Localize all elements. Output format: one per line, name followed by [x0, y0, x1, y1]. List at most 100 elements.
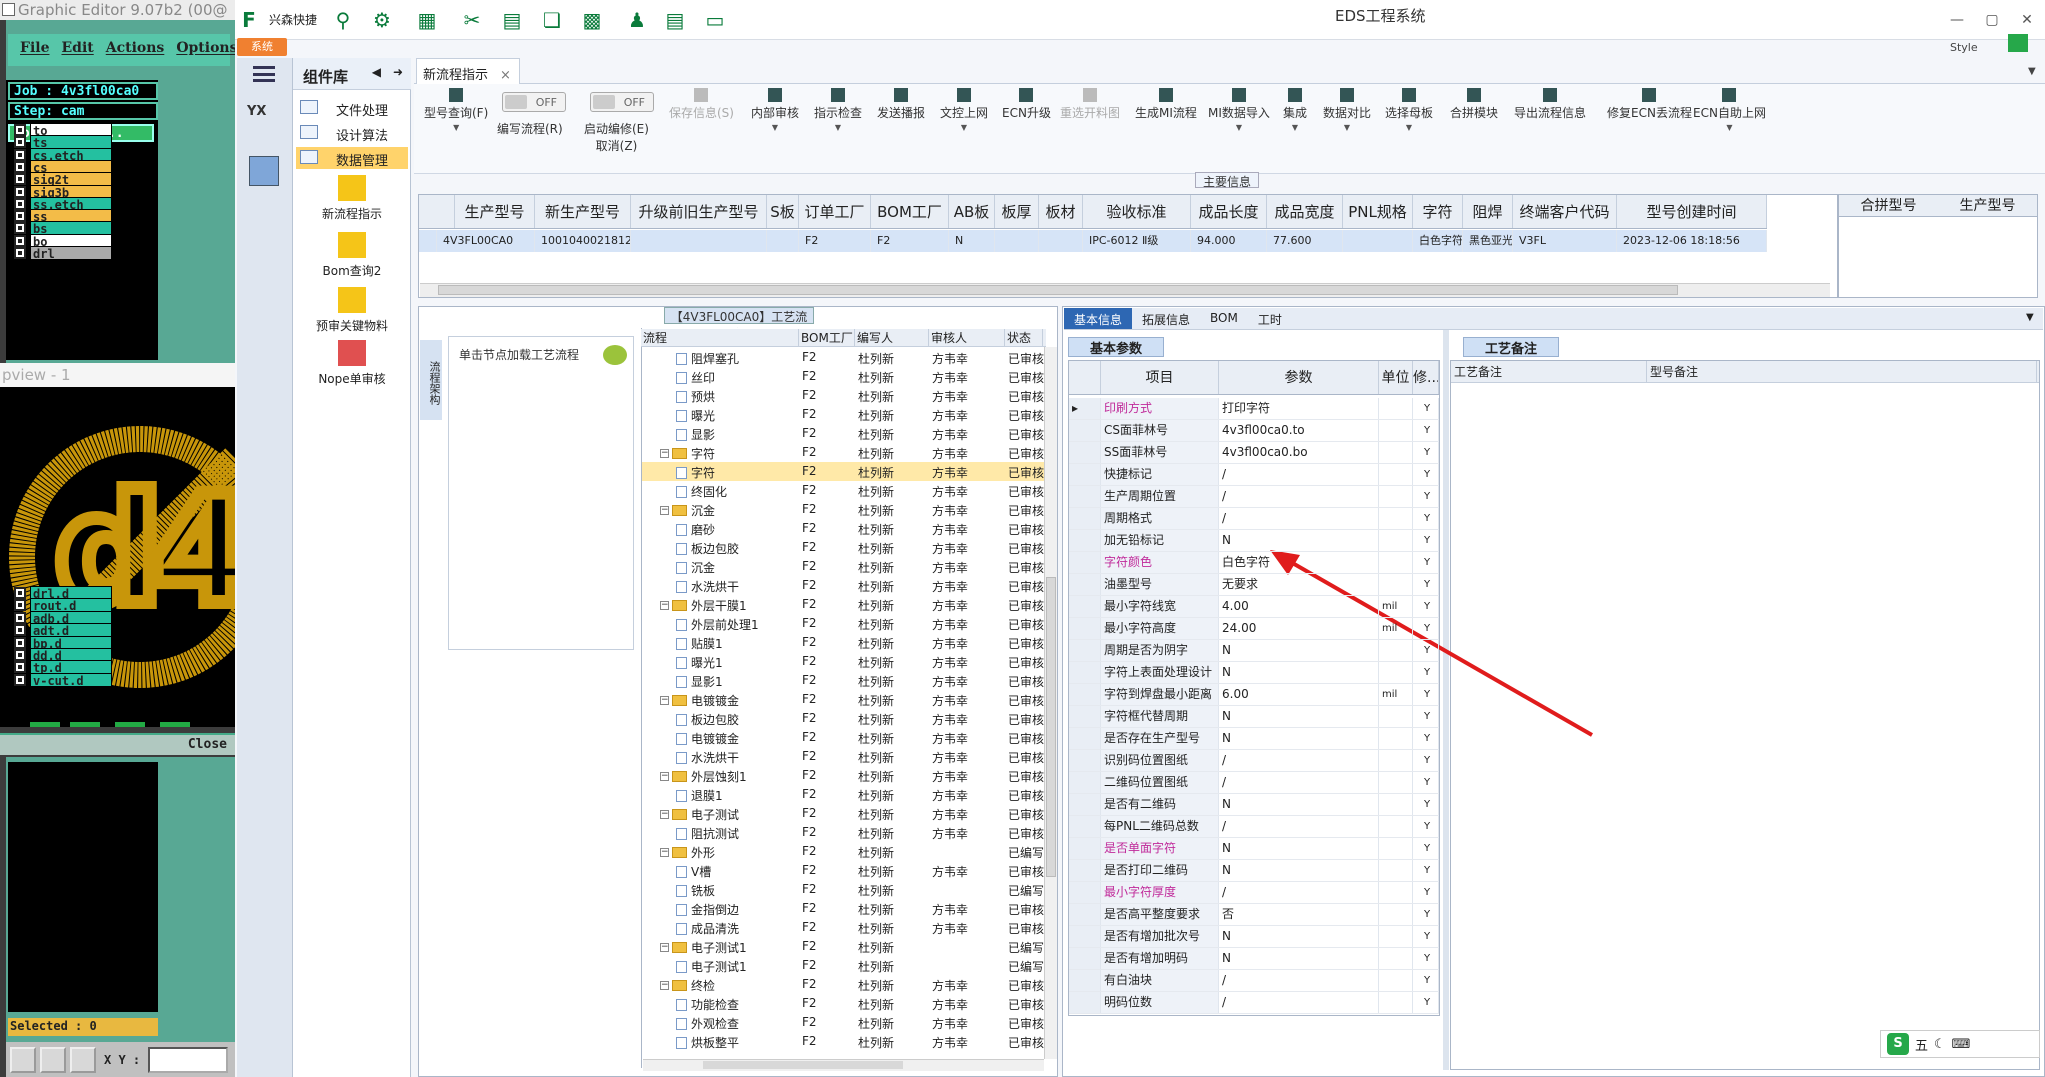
table-row[interactable]: 字符到焊盘最小距离 6.00 mil Y: [1069, 684, 1439, 706]
list-item[interactable]: 磨砂 F2 杜列新 方韦幸 已审核: [642, 519, 1044, 538]
ribbon-button[interactable]: 指示检查 ▼: [814, 88, 862, 132]
ribbon-button[interactable]: ECN升级: [1002, 88, 1051, 121]
grid-hscrollbar[interactable]: [420, 283, 1830, 297]
ribbon-button[interactable]: 编写流程(R): [497, 120, 563, 137]
minimize-icon[interactable]: —: [1945, 8, 1969, 32]
table-row[interactable]: 油墨型号 无要求 Y: [1069, 574, 1439, 596]
layer-checkbox[interactable]: [14, 649, 26, 661]
table-row[interactable]: 加无铅标记 N Y: [1069, 530, 1439, 552]
list-item[interactable]: 阻抗测试 F2 杜列新 方韦幸 已审核: [642, 823, 1044, 842]
edit-toggle[interactable]: OFF: [590, 92, 654, 112]
column-header[interactable]: 阻焊: [1463, 195, 1513, 228]
layer-checkbox[interactable]: [14, 173, 26, 186]
favorite-item[interactable]: 新流程指示: [300, 175, 404, 222]
dropdown-arrow-icon[interactable]: ▼: [940, 123, 988, 132]
windows-icon[interactable]: [2008, 34, 2028, 52]
tree-column-header[interactable]: 流程: [641, 329, 799, 346]
list-item[interactable]: − 电子测试 F2 杜列新 方韦幸 已审核: [642, 804, 1044, 823]
grid-cell[interactable]: 2023-12-06 18:18:56: [1617, 230, 1767, 252]
param-column-header[interactable]: 修...: [1413, 361, 1439, 394]
close-tab-icon[interactable]: ×: [500, 68, 511, 83]
detail-tab[interactable]: BOM: [1200, 308, 1248, 329]
merge-column-header[interactable]: 生产型号: [1938, 195, 2037, 216]
column-header[interactable]: 新生产型号: [535, 195, 631, 228]
table-row[interactable]: 是否有增加批次号 N Y: [1069, 926, 1439, 948]
layer-checkbox[interactable]: [14, 599, 26, 612]
apps-icon[interactable]: ▩: [580, 8, 604, 32]
column-header[interactable]: 验收标准: [1083, 195, 1191, 228]
ribbon-button[interactable]: 内部审核 ▼: [751, 88, 799, 132]
grid-cell[interactable]: [995, 230, 1039, 252]
restore-icon[interactable]: ▢: [1980, 8, 2004, 32]
tab-basic-params[interactable]: 基本参数: [1068, 337, 1164, 357]
param-column-header[interactable]: 参数: [1219, 361, 1379, 394]
copy-icon[interactable]: ❏: [540, 8, 564, 32]
film-icon[interactable]: ▤: [500, 8, 524, 32]
layer-checkbox[interactable]: [14, 148, 26, 161]
layer-checkbox[interactable]: [14, 587, 26, 599]
table-row[interactable]: SS面菲林号 4v3fl00ca0.bo Y: [1069, 442, 1439, 464]
list-item[interactable]: 外观检查 F2 杜列新 方韦幸 已审核: [642, 1013, 1044, 1032]
table-row[interactable]: 快捷标记 / Y: [1069, 464, 1439, 486]
param-value[interactable]: N: [1219, 728, 1379, 749]
detail-tab[interactable]: 基本信息: [1064, 308, 1133, 329]
param-column-header[interactable]: 单位: [1379, 361, 1413, 394]
layer-checkbox[interactable]: [14, 197, 26, 210]
ribbon-button[interactable]: 文控上网 ▼: [940, 88, 988, 132]
grid-cell[interactable]: 黑色亚光: [1463, 230, 1513, 252]
layer-checkbox[interactable]: [14, 636, 26, 649]
ribbon-button[interactable]: ECN自助上网 ▼: [1693, 88, 1766, 132]
zoom-tool-icon[interactable]: [10, 1046, 36, 1073]
param-value[interactable]: 4v3fl00ca0.bo: [1219, 442, 1379, 463]
list-item[interactable]: 沉金 F2 杜列新 方韦幸 已审核: [642, 557, 1044, 576]
layer-row[interactable]: v-cut.d: [14, 672, 112, 688]
comp-item[interactable]: 数据管理: [296, 147, 408, 169]
list-item[interactable]: 金指倒边 F2 杜列新 方韦幸 已审核: [642, 899, 1044, 918]
notes-column-header[interactable]: 型号备注: [1647, 361, 2037, 382]
param-value[interactable]: /: [1219, 992, 1379, 1013]
layer-checkbox[interactable]: [14, 222, 26, 235]
param-value[interactable]: N: [1219, 794, 1379, 815]
param-value[interactable]: 24.00: [1219, 618, 1379, 639]
ribbon-button[interactable]: 发送播报: [877, 88, 925, 121]
column-header[interactable]: 订单工厂: [799, 195, 871, 228]
table-row[interactable]: 每PNL二维码总数 / Y: [1069, 816, 1439, 838]
table-row[interactable]: 是否存在生产型号 N Y: [1069, 728, 1439, 750]
yx-icon[interactable]: YX: [247, 104, 281, 138]
table-row[interactable]: 周期格式 / Y: [1069, 508, 1439, 530]
table-row[interactable]: CS面菲林号 4v3fl00ca0.to Y: [1069, 420, 1439, 442]
list-item[interactable]: 电子测试1 F2 杜列新 已编写: [642, 956, 1044, 975]
list-item[interactable]: − 外层蚀刻1 F2 杜列新 方韦幸 已审核: [642, 766, 1044, 785]
expand-icon[interactable]: −: [660, 449, 669, 458]
layer-checkbox[interactable]: [14, 185, 26, 198]
param-value[interactable]: 4v3fl00ca0.to: [1219, 420, 1379, 441]
param-value[interactable]: N: [1219, 860, 1379, 881]
grid-cell[interactable]: F2: [799, 230, 871, 252]
list-item[interactable]: 板边包胶 F2 杜列新 方韦幸 已审核: [642, 709, 1044, 728]
table-row[interactable]: 是否有增加明码 N Y: [1069, 948, 1439, 970]
calculator-icon[interactable]: [249, 156, 279, 186]
list-item[interactable]: 退膜1 F2 杜列新 方韦幸 已审核: [642, 785, 1044, 804]
column-header[interactable]: PNL规格: [1343, 195, 1413, 228]
list-item[interactable]: − 沉金 F2 杜列新 方韦幸 已审核: [642, 500, 1044, 519]
tree-column-header[interactable]: 状态: [1005, 329, 1043, 346]
grid-cell[interactable]: 4V3FL00CA0: [437, 230, 535, 252]
param-value[interactable]: /: [1219, 486, 1379, 507]
table-row[interactable]: 最小字符厚度 / Y: [1069, 882, 1439, 904]
layer-checkbox[interactable]: [14, 624, 26, 637]
list-item[interactable]: 板边包胶 F2 杜列新 方韦幸 已审核: [642, 538, 1044, 557]
tree-column-header[interactable]: 审核人: [929, 329, 1005, 346]
dropdown-arrow-icon[interactable]: ▼: [1283, 123, 1307, 132]
list-item[interactable]: 电镀镀金 F2 杜列新 方韦幸 已审核: [642, 728, 1044, 747]
tree-hscrollbar[interactable]: [643, 1059, 1044, 1071]
param-value[interactable]: /: [1219, 464, 1379, 485]
comp-item[interactable]: 文件处理: [296, 97, 408, 119]
dropdown-arrow-icon[interactable]: ▼: [1323, 123, 1371, 132]
layer-checkbox[interactable]: [14, 234, 26, 247]
ribbon-button[interactable]: 启动编修(E) 取消(Z): [584, 120, 649, 154]
detail-dropdown-icon[interactable]: ▼: [2026, 312, 2034, 323]
column-header[interactable]: 成品长度: [1191, 195, 1267, 228]
param-value[interactable]: /: [1219, 508, 1379, 529]
expand-icon[interactable]: −: [660, 981, 669, 990]
table-row[interactable]: ▸ 印刷方式 打印字符 Y: [1069, 398, 1439, 420]
